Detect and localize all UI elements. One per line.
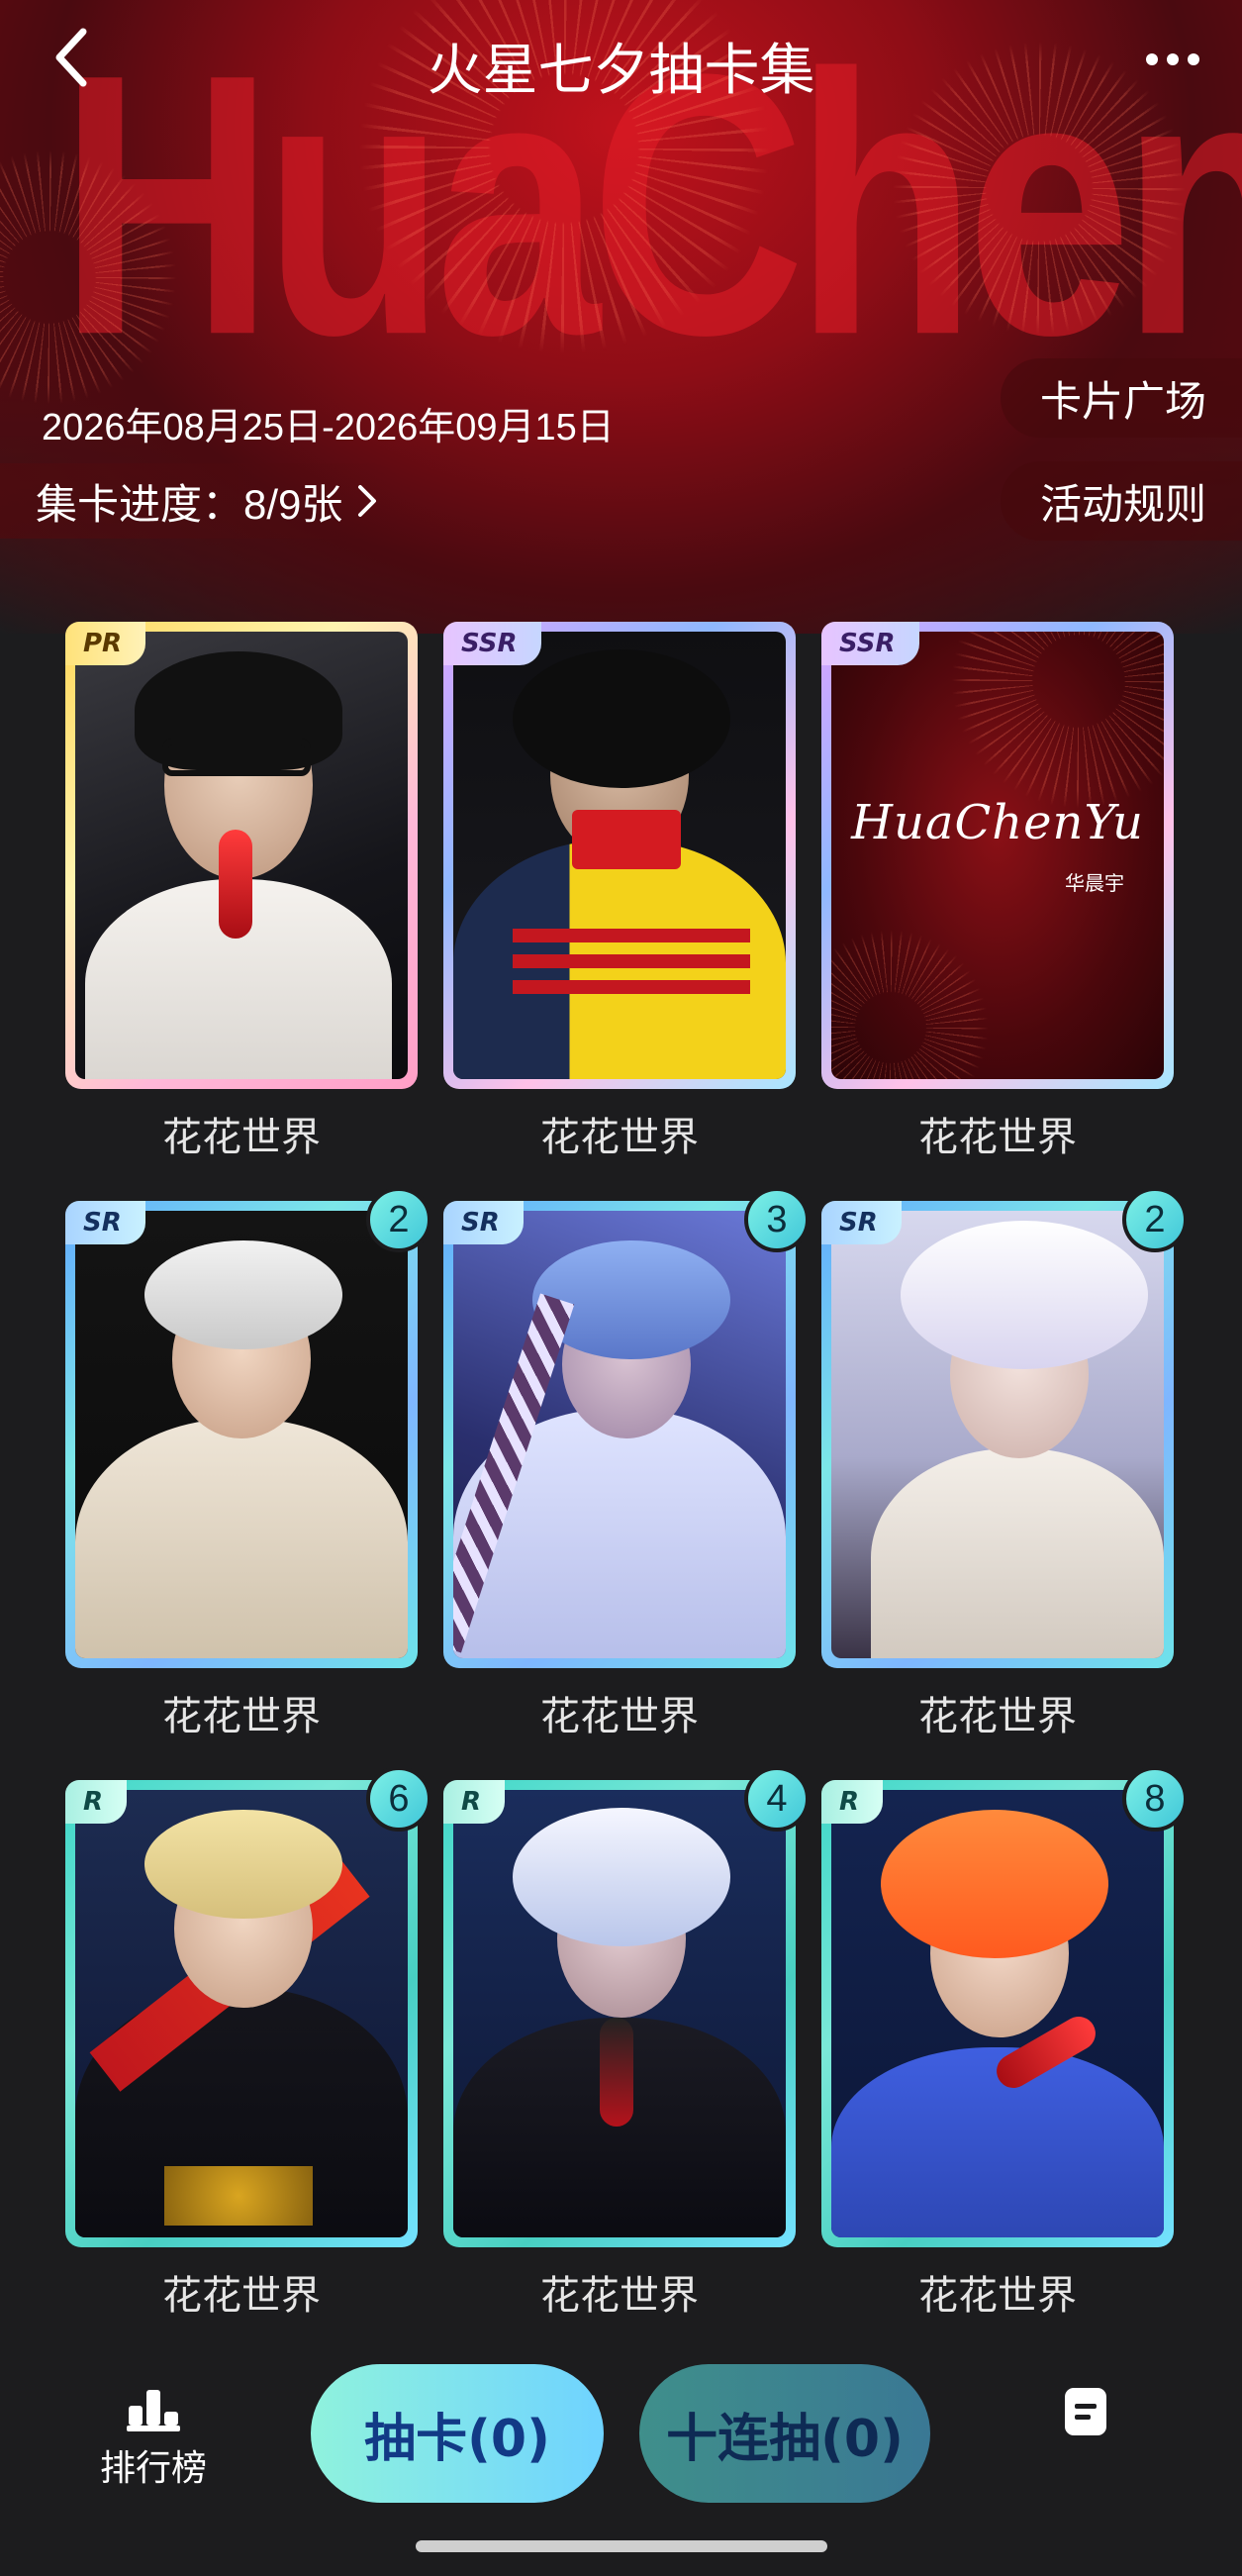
- bottom-action-bar: 排行榜 抽卡(0) 十连抽(0): [0, 2346, 1242, 2534]
- home-indicator[interactable]: [416, 2540, 827, 2552]
- rarity-tag: R: [65, 1780, 128, 1824]
- card-name: 花花世界: [162, 1115, 321, 1160]
- card-photo: [75, 1790, 408, 2237]
- card-logo-text: HuaChenYu: [851, 795, 1144, 850]
- rarity-tag: PR: [65, 622, 146, 665]
- card-name: 花花世界: [162, 1694, 321, 1739]
- ranking-button[interactable]: 排行榜: [89, 2386, 218, 2495]
- page-title: 火星七夕抽卡集: [427, 39, 815, 103]
- photo-figure: [453, 840, 786, 1079]
- rarity-tag: SR: [821, 1201, 902, 1244]
- card-photo: [831, 1790, 1164, 2237]
- rarity-tag: R: [443, 1780, 506, 1824]
- top-navigation-bar: 火星七夕抽卡集: [0, 0, 1242, 119]
- podium-icon: [127, 2390, 180, 2431]
- ten-draw-button[interactable]: 十连抽(0): [639, 2364, 930, 2503]
- ranking-label: 排行榜: [99, 2448, 207, 2489]
- photo-hair: [144, 1240, 342, 1349]
- card-frame: [821, 1780, 1174, 2247]
- more-options-button[interactable]: [1133, 32, 1212, 87]
- card-photo: [75, 1211, 408, 1658]
- card-frame: [65, 1780, 418, 2247]
- more-dots-icon: [1146, 53, 1158, 65]
- red-scarf: [572, 810, 681, 869]
- card-name: 花花世界: [918, 1694, 1077, 1739]
- microphone: [600, 2018, 633, 2127]
- firework-decoration: [831, 929, 990, 1079]
- photo-hair: [513, 1808, 730, 1946]
- card-photo: [453, 1790, 786, 2237]
- collection-progress-label: 集卡进度：8/9张: [36, 480, 343, 528]
- photo-hair: [881, 1810, 1108, 1958]
- photo-hair: [144, 1810, 342, 1919]
- card-photo: [453, 1211, 786, 1658]
- photo-figure: [871, 1448, 1164, 1658]
- card-plaza-button[interactable]: 卡片广场: [1000, 358, 1242, 438]
- event-date-range: 2026年08月25日-2026年09月15日: [42, 407, 615, 448]
- rarity-tag: SSR: [443, 622, 541, 665]
- more-dot: [1188, 53, 1199, 65]
- card-item[interactable]: PR 花花世界: [65, 622, 418, 1176]
- jacket-stripes: [513, 929, 750, 942]
- card-frame: [65, 1201, 418, 1668]
- chevron-right-icon: [358, 485, 377, 517]
- card-name: 花花世界: [540, 1115, 699, 1160]
- photo-hair: [901, 1221, 1148, 1369]
- activity-rules-button[interactable]: 活动规则: [1000, 461, 1242, 541]
- card-photo: [831, 1211, 1164, 1658]
- draw-card-button[interactable]: 抽卡(0): [311, 2364, 604, 2503]
- note-icon: [1065, 2388, 1106, 2435]
- card-logo-subtext: 华晨宇: [1065, 871, 1124, 895]
- card-item[interactable]: SSR 花花世界: [443, 622, 796, 1176]
- card-frame: [821, 1201, 1174, 1668]
- glasses: [162, 739, 311, 776]
- card-photo: [453, 632, 786, 1079]
- card-item[interactable]: R 8 花花世界: [821, 1766, 1188, 2334]
- card-name: 花花世界: [540, 2273, 699, 2319]
- card-photo: HuaChenYu 华晨宇: [831, 632, 1164, 1079]
- card-frame: [443, 622, 796, 1089]
- card-name: 花花世界: [918, 1115, 1077, 1160]
- collection-progress-link[interactable]: 集卡进度：8/9张: [0, 463, 409, 539]
- card-count-badge: 4: [744, 1766, 810, 1832]
- card-frame: [65, 622, 418, 1089]
- more-dot: [1167, 53, 1179, 65]
- card-name: 花花世界: [540, 1694, 699, 1739]
- rarity-tag: SR: [65, 1201, 145, 1244]
- card-name: 花花世界: [162, 2273, 321, 2319]
- card-count-badge: 6: [366, 1766, 431, 1832]
- card-count-badge: 2: [1122, 1187, 1188, 1252]
- card-item[interactable]: R 6 花花世界: [65, 1766, 431, 2334]
- card-item[interactable]: SR 2 花花世界: [821, 1187, 1188, 1755]
- card-count-badge: 3: [744, 1187, 810, 1252]
- card-frame: HuaChenYu 华晨宇: [821, 622, 1174, 1089]
- gold-embroidery: [164, 2166, 313, 2226]
- card-frame: [443, 1780, 796, 2247]
- card-frame: [443, 1201, 796, 1668]
- card-count-badge: 2: [366, 1187, 431, 1252]
- rarity-tag: SSR: [821, 622, 919, 665]
- microphone: [219, 830, 252, 939]
- photo-hair: [513, 649, 730, 788]
- photo-figure: [75, 1419, 408, 1658]
- rarity-tag: R: [821, 1780, 884, 1824]
- card-item[interactable]: SR 2 花花世界: [65, 1187, 431, 1755]
- card-item[interactable]: SR 3 花花世界: [443, 1187, 810, 1755]
- rarity-tag: SR: [443, 1201, 524, 1244]
- card-count-badge: 8: [1122, 1766, 1188, 1832]
- card-name: 花花世界: [918, 2273, 1077, 2319]
- firework-decoration: [950, 632, 1164, 810]
- card-item[interactable]: HuaChenYu 华晨宇 SSR 花花世界: [821, 622, 1174, 1176]
- card-photo: [75, 632, 408, 1079]
- note-button[interactable]: [1063, 2386, 1112, 2441]
- card-item[interactable]: R 4 花花世界: [443, 1766, 810, 2334]
